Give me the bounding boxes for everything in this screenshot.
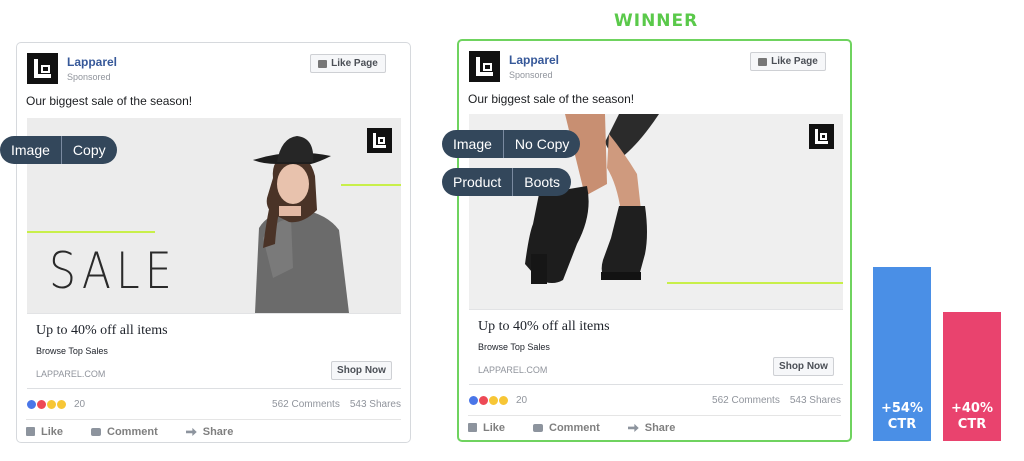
ctr-bar-winner: +54% CTR (873, 267, 931, 441)
post-text: Our biggest sale of the season! (26, 94, 193, 108)
like-page-label: Like Page (771, 56, 818, 67)
sponsored-label: Sponsored (509, 70, 553, 80)
link-preview[interactable]: Up to 40% off all items Browse Top Sales… (469, 309, 843, 385)
sad-reaction-icon (56, 399, 67, 410)
share-button[interactable]: Share (185, 424, 234, 439)
ad-subheadline: Browse Top Sales (36, 346, 108, 356)
like-page-button[interactable]: Like Page (310, 54, 386, 73)
tag-image-no-copy: Image No Copy (442, 130, 581, 158)
tag-key: Image (453, 136, 492, 152)
ad-card-a: Lapparel Sponsored Like Page Our biggest… (16, 42, 411, 443)
comment-icon (91, 427, 102, 436)
shop-now-button[interactable]: Shop Now (773, 357, 834, 376)
ctr-bar-value: +54% (880, 401, 923, 416)
ad-domain: LAPPAREL.COM (36, 369, 106, 379)
comment-label: Comment (549, 421, 600, 434)
sad-reaction-icon (498, 395, 509, 406)
ctr-bar-unit: CTR (887, 417, 917, 432)
tag-value: No Copy (514, 136, 570, 152)
ctr-bar-control: +40% CTR (943, 312, 1001, 441)
like-button[interactable]: Like (26, 424, 63, 439)
page-name[interactable]: Lapparel (509, 53, 559, 67)
sponsored-label: Sponsored (67, 72, 111, 82)
ad-headline[interactable]: Up to 40% off all items (36, 323, 168, 339)
like-page-label: Like Page (331, 58, 378, 69)
comments-count[interactable]: 562 Comments (712, 395, 780, 406)
share-label: Share (644, 421, 676, 434)
reaction-count: 20 (74, 399, 86, 410)
engagement-stats: 562 Comments 543 Shares (712, 395, 841, 406)
comment-button[interactable]: Comment (533, 420, 600, 435)
tag-product-boots: Product Boots (442, 168, 572, 196)
thumbs-up-icon (468, 423, 477, 432)
thumbs-up-icon (758, 57, 768, 66)
shop-now-button[interactable]: Shop Now (331, 361, 392, 380)
like-button[interactable]: Like (468, 420, 505, 435)
ctr-bar-unit: CTR (957, 417, 987, 432)
lapparel-logo[interactable] (469, 51, 500, 82)
tag-value: Boots (524, 174, 561, 190)
ad-card-b-winner: Lapparel Sponsored Like Page Our biggest… (457, 39, 852, 442)
share-icon (627, 423, 639, 432)
share-icon (185, 427, 197, 436)
like-label: Like (41, 425, 64, 438)
accent-line (27, 231, 155, 233)
lapparel-logo[interactable] (27, 53, 58, 84)
like-page-button[interactable]: Like Page (750, 52, 826, 71)
accent-line (341, 184, 401, 186)
link-preview[interactable]: Up to 40% off all items Browse Top Sales… (27, 313, 401, 389)
reaction-count: 20 (516, 395, 528, 406)
comments-count[interactable]: 562 Comments (272, 399, 340, 410)
post-actions: Like Comment Share (468, 415, 841, 435)
thumbs-up-icon (26, 427, 35, 436)
shares-count[interactable]: 543 Shares (790, 395, 841, 406)
image-logo (367, 128, 392, 153)
page-name[interactable]: Lapparel (67, 55, 117, 69)
tag-key: Product (453, 174, 502, 190)
sale-overlay-text: SALE (49, 242, 177, 300)
thumbs-up-icon (318, 59, 328, 68)
post-actions: Like Comment Share (26, 419, 401, 439)
like-label: Like (483, 421, 506, 434)
ad-subheadline: Browse Top Sales (478, 342, 550, 352)
share-label: Share (202, 425, 234, 438)
image-logo (809, 124, 834, 149)
reactions-summary[interactable]: 20 (26, 399, 85, 410)
ad-domain: LAPPAREL.COM (478, 365, 548, 375)
ctr-bar-value: +40% (950, 401, 993, 416)
winner-label: WINNER (614, 11, 699, 31)
tag-image-copy: Image Copy (0, 136, 117, 164)
tag-key: Image (11, 142, 50, 158)
tag-value: Copy (72, 142, 106, 158)
comment-label: Comment (107, 425, 158, 438)
comment-icon (533, 423, 544, 432)
comment-button[interactable]: Comment (91, 424, 158, 439)
post-text: Our biggest sale of the season! (468, 92, 635, 106)
ad-headline[interactable]: Up to 40% off all items (478, 319, 610, 335)
reactions-summary[interactable]: 20 (468, 395, 527, 406)
shares-count[interactable]: 543 Shares (350, 399, 401, 410)
share-button[interactable]: Share (627, 420, 676, 435)
engagement-stats: 562 Comments 543 Shares (272, 399, 401, 410)
